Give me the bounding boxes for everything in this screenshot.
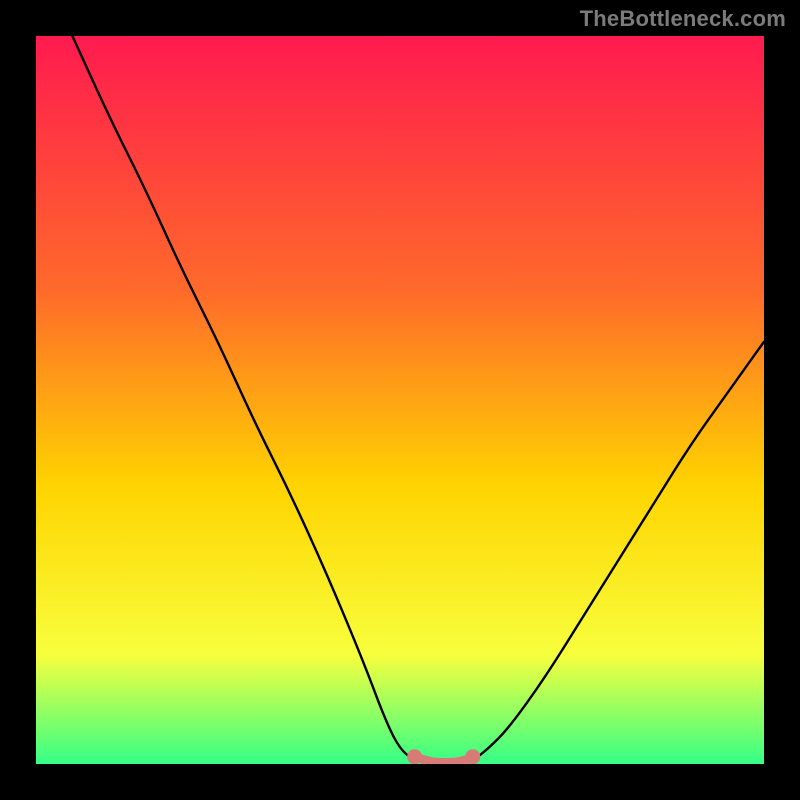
attribution-text: TheBottleneck.com: [580, 6, 786, 32]
gradient-background: [36, 36, 764, 764]
plot-area: [36, 36, 764, 764]
optimal-range-start-dot: [407, 749, 422, 764]
chart-frame: TheBottleneck.com: [0, 0, 800, 800]
optimal-range-end-dot: [465, 749, 480, 764]
bottleneck-chart: [36, 36, 764, 764]
